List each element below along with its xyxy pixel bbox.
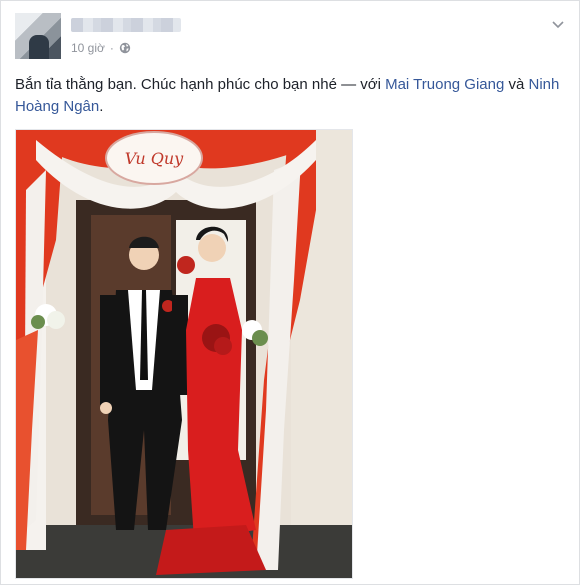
tag-link-mai-truong-giang[interactable]: Mai Truong Giang [385, 76, 504, 93]
wedding-photo-illustration: Vu Quy [16, 130, 352, 578]
globe-icon[interactable] [119, 42, 131, 54]
post-period: . [99, 98, 104, 115]
chevron-down-icon[interactable] [551, 17, 565, 31]
vu-quy-sign: Vu Quy [125, 149, 184, 168]
with-text: — với [336, 76, 386, 93]
post-message: Bắn tỉa thằng bạn. Chúc hạnh phúc cho bạ… [15, 76, 337, 93]
timestamp[interactable]: 10 giờ [71, 41, 105, 55]
and-text: và [504, 76, 529, 93]
author-name-blurred[interactable] [71, 18, 181, 32]
post-card: 10 giờ · Bắn tỉa thằng bạn. Chúc hạnh ph… [0, 0, 580, 585]
post-photo[interactable]: Vu Quy [15, 129, 353, 579]
post-meta: 10 giờ · [71, 41, 131, 55]
meta-separator: · [109, 41, 114, 55]
post-text: Bắn tỉa thằng bạn. Chúc hạnh phúc cho bạ… [15, 74, 567, 118]
avatar[interactable] [15, 13, 61, 59]
